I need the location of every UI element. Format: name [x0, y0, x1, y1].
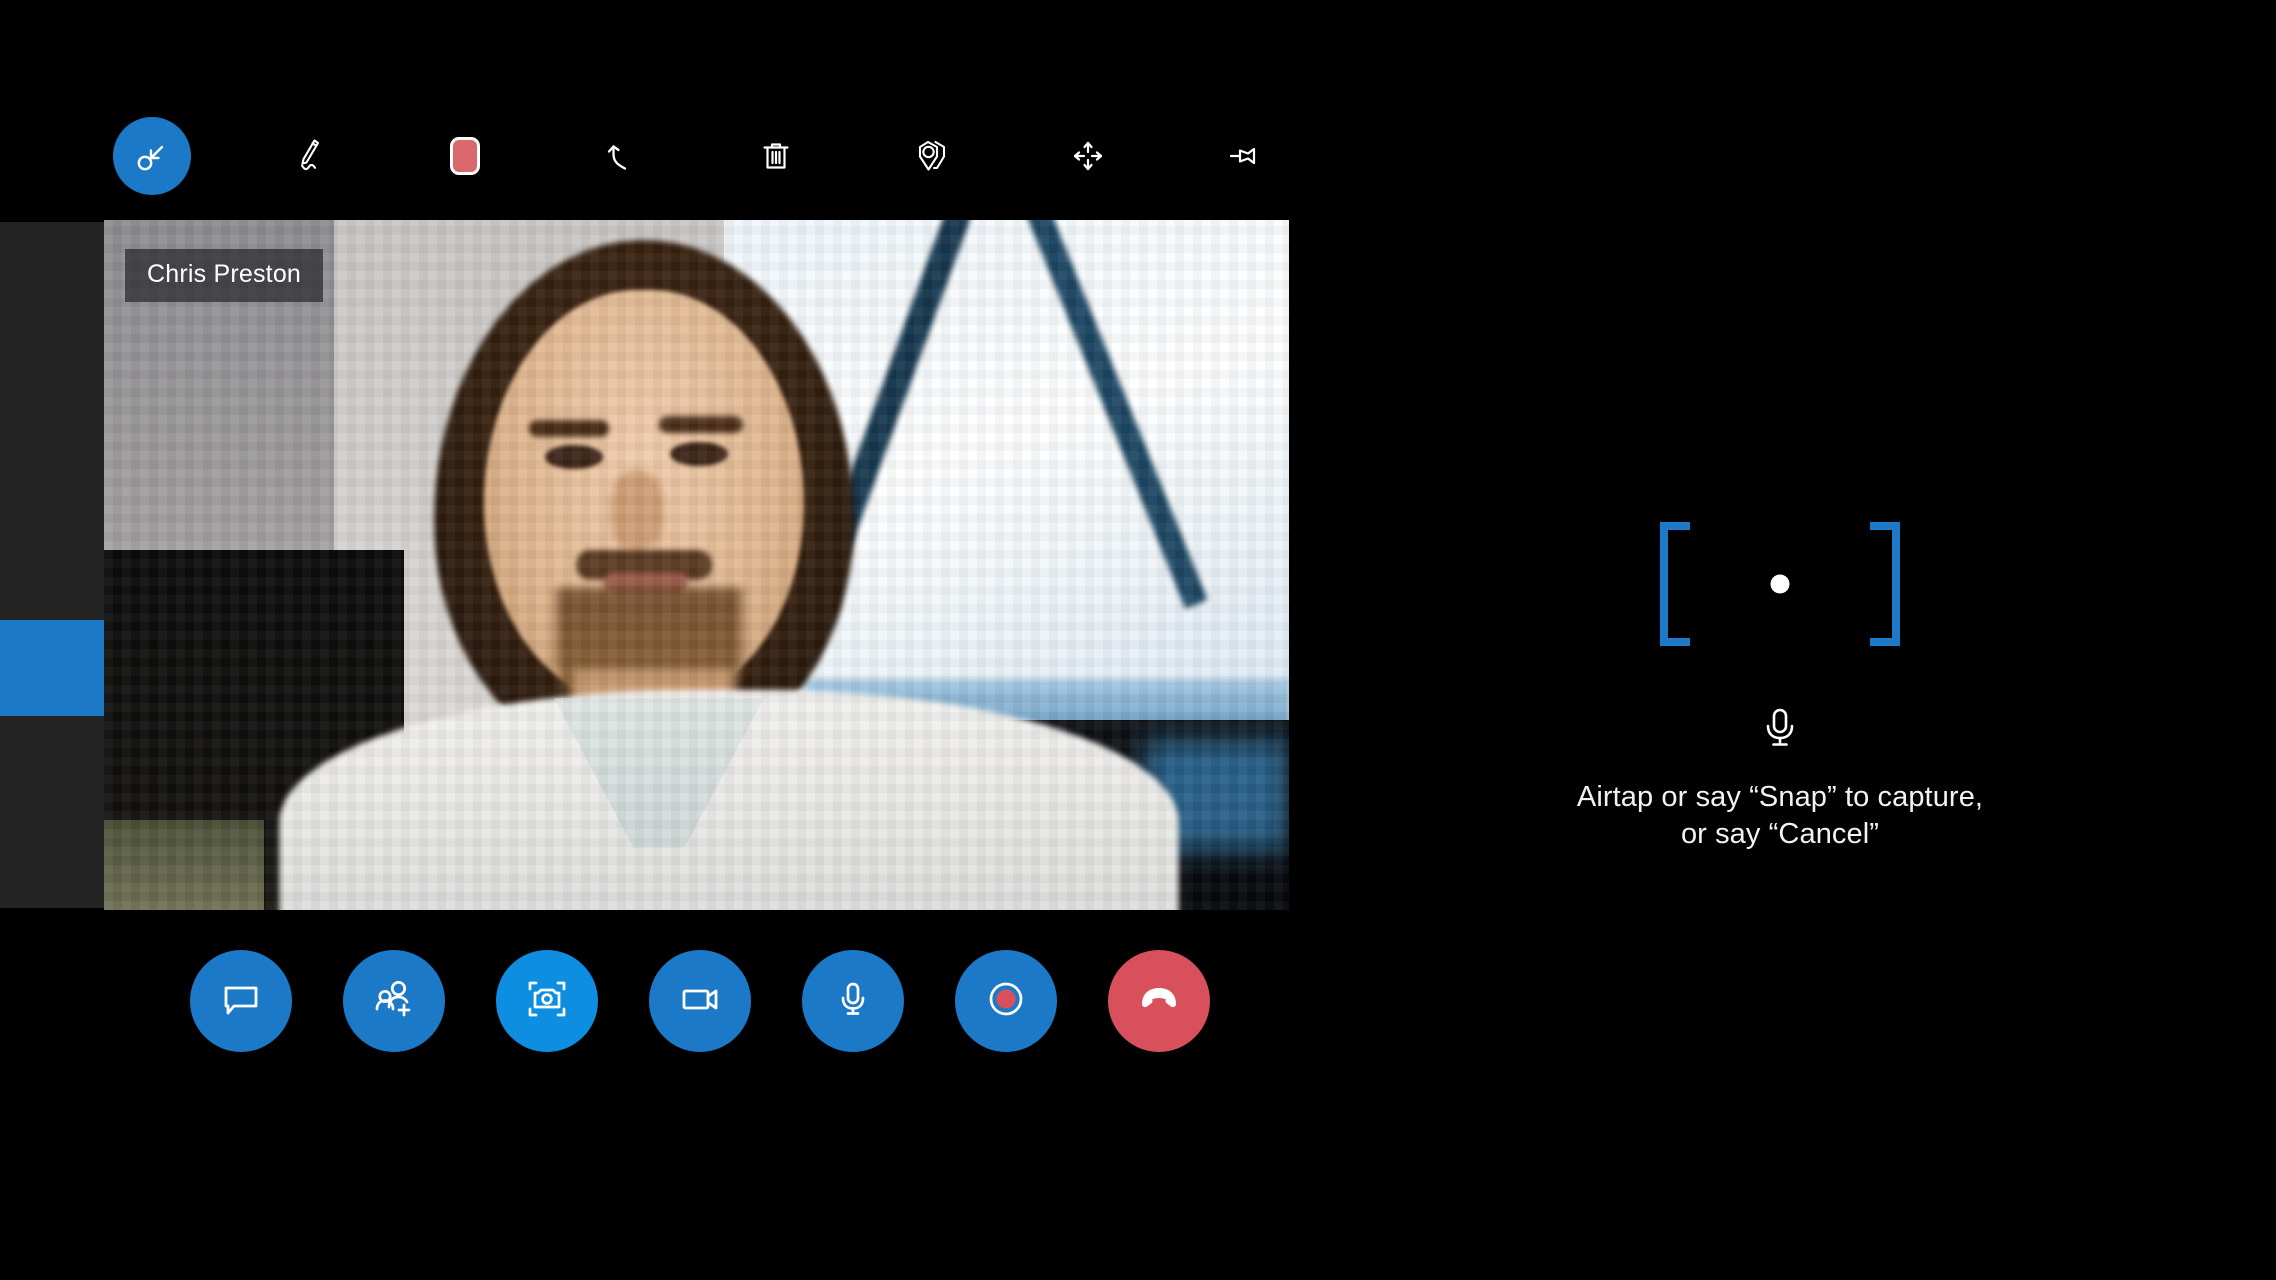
microphone-icon [830, 976, 876, 1027]
microphone-toggle-button[interactable] [802, 950, 904, 1052]
camera-frame-icon [522, 974, 572, 1029]
sidebar-rail [0, 222, 104, 908]
capture-bracket-right [1860, 522, 1900, 646]
pin-tack-icon [1223, 135, 1265, 177]
toolbar-ink-button[interactable] [270, 117, 348, 195]
snapshot-button[interactable] [496, 950, 598, 1052]
end-call-button[interactable] [1108, 950, 1210, 1052]
video-camera-icon [675, 974, 725, 1029]
toolbar-delete-button[interactable] [737, 117, 815, 195]
location-pin-icon [911, 135, 953, 177]
cursor-select-icon [132, 136, 172, 176]
capture-overlay: Airtap or say “Snap” to capture, or say … [1560, 500, 2000, 850]
record-dot-icon [982, 975, 1030, 1028]
capture-hint-line-2: or say “Cancel” [1680, 818, 1880, 851]
capture-frame [1660, 522, 1900, 646]
microphone-icon [1760, 706, 1800, 757]
add-people-button[interactable] [343, 950, 445, 1052]
toolbar-pin-button[interactable] [1205, 117, 1283, 195]
participant-name-badge: Chris Preston [125, 249, 324, 302]
add-person-icon [370, 975, 418, 1028]
video-toggle-button[interactable] [649, 950, 751, 1052]
pen-ink-icon [288, 135, 330, 177]
capture-bracket-left [1660, 522, 1700, 646]
app-root: Chris Preston Airtap or say “Snap” to ca… [0, 0, 2276, 1280]
move-arrows-icon [1068, 136, 1108, 176]
capture-hint-line-1: Airtap or say “Snap” to capture, [1576, 781, 1984, 813]
trash-icon [756, 136, 796, 176]
chat-button[interactable] [190, 950, 292, 1052]
toolbar-place-marker-button[interactable] [893, 117, 971, 195]
chat-bubble-icon [218, 976, 264, 1027]
toolbar-undo-button[interactable] [581, 117, 659, 195]
sidebar-item-active[interactable] [0, 620, 104, 716]
video-frame-image [104, 220, 1289, 910]
capture-hint-text: Airtap or say “Snap” to capture, or say … [1560, 779, 2000, 853]
record-button[interactable] [955, 950, 1057, 1052]
toolbar-select-button[interactable] [113, 117, 191, 195]
video-feed[interactable] [104, 220, 1289, 910]
voice-mic-indicator [1560, 706, 2000, 757]
end-call-icon [1132, 972, 1186, 1031]
toolbar-move-button[interactable] [1049, 117, 1127, 195]
gaze-cursor-dot[interactable] [1770, 574, 1790, 594]
toolbar-color-button[interactable] [426, 117, 504, 195]
call-control-bar [190, 950, 1210, 1090]
annotation-toolbar [0, 86, 1300, 226]
color-swatch-icon [450, 137, 480, 175]
undo-arrow-icon [600, 136, 640, 176]
